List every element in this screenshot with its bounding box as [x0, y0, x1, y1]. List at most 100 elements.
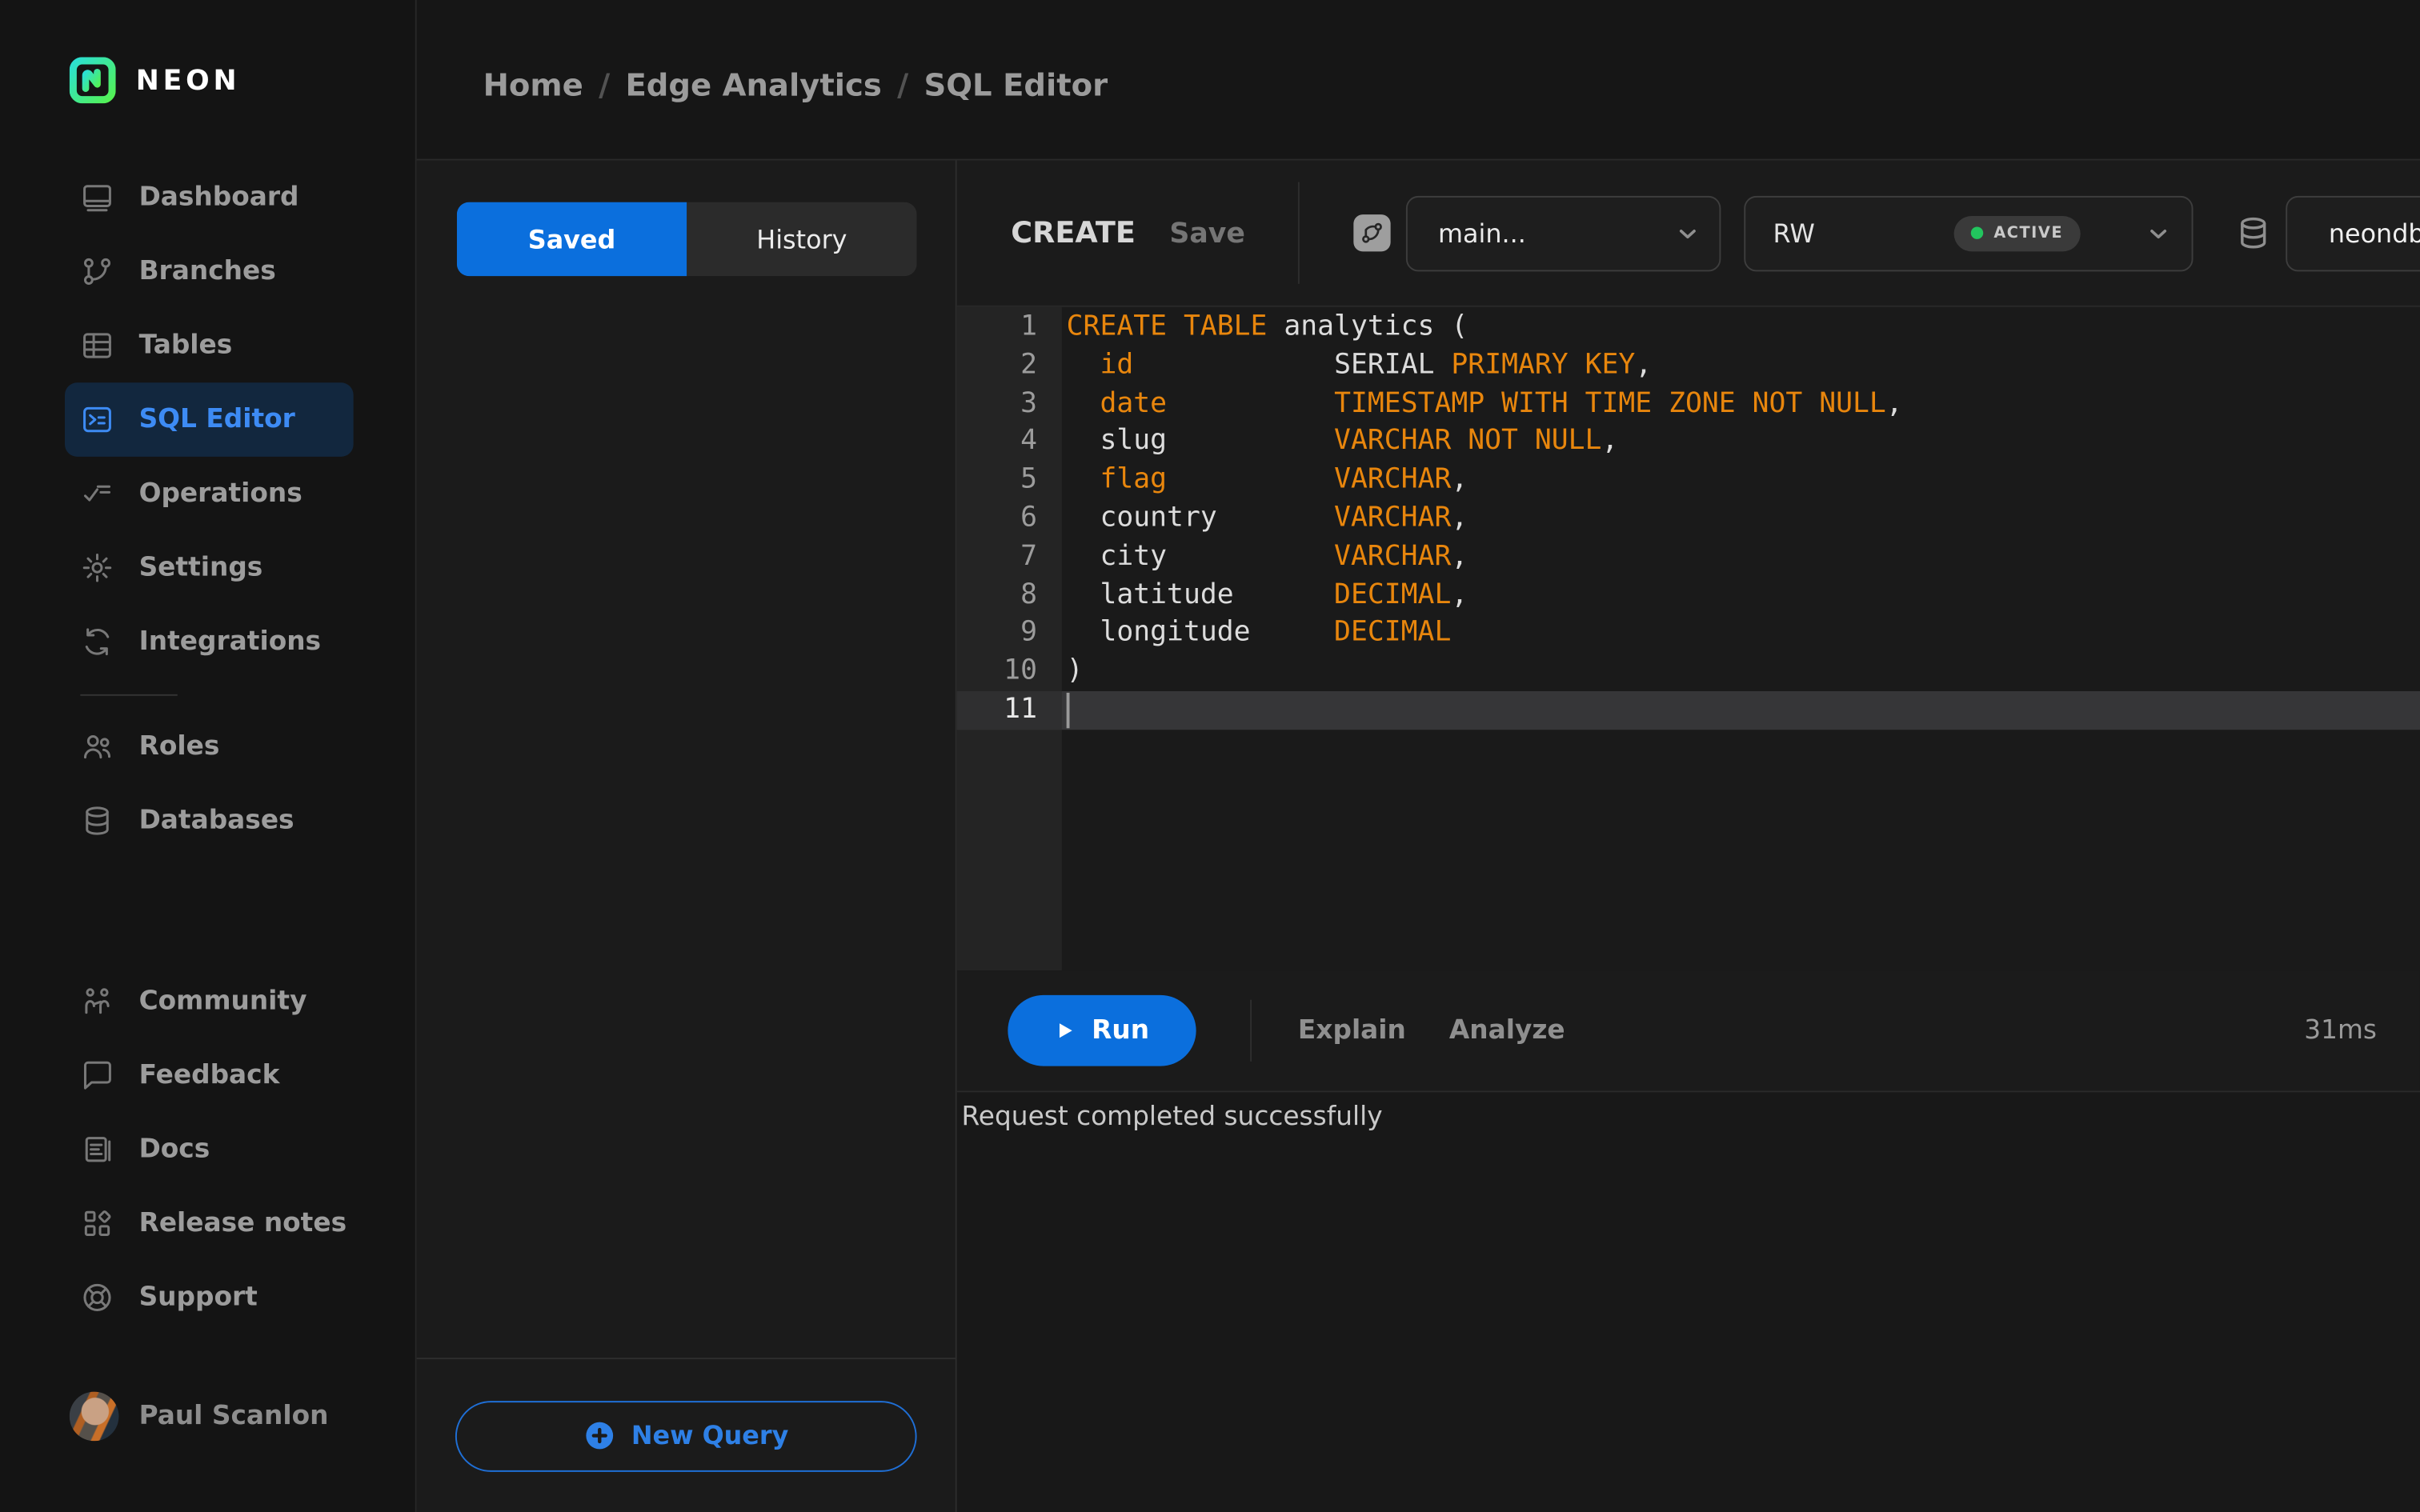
code-token: DECIMAL: [1334, 578, 1452, 610]
save-button[interactable]: Save: [1169, 217, 1245, 250]
code-token: TIMESTAMP WITH TIME ZONE NOT NULL: [1334, 386, 1886, 419]
code-token: analytics (: [1267, 310, 1468, 343]
results-panel: Request completed successfully: [956, 1092, 2420, 1512]
sidebar-item-operations[interactable]: Operations: [65, 457, 354, 531]
community-icon: [80, 984, 114, 1018]
database-select[interactable]: neondb: [2285, 194, 2420, 271]
branch-select[interactable]: main...: [1405, 194, 1721, 271]
breadcrumb-item-home[interactable]: Home: [483, 66, 583, 102]
code-line: city VARCHAR,: [1062, 538, 2420, 577]
line-number: 2: [1020, 348, 1037, 381]
sidebar-item-release-notes[interactable]: Release notes: [65, 1186, 354, 1261]
code-token: country: [1066, 501, 1335, 534]
sidebar-item-label: SQL Editor: [138, 404, 295, 435]
tab-history[interactable]: History: [687, 202, 917, 277]
sidebar-item-roles[interactable]: Roles: [65, 710, 354, 784]
sidebar-item-label: Community: [138, 986, 307, 1017]
compute-select[interactable]: RW ACTIVE: [1743, 194, 2194, 271]
queries-footer: New Query: [416, 1358, 956, 1512]
breadcrumb-item-edge-analytics[interactable]: Edge Analytics: [625, 66, 881, 102]
run-label: Run: [1092, 1015, 1150, 1046]
sql-editor-icon: [80, 402, 114, 436]
user-name: Paul Scanlon: [138, 1401, 329, 1432]
code-row: 2 id SERIAL PRIMARY KEY,: [957, 347, 2420, 386]
sidebar-item-sql-editor[interactable]: SQL Editor: [65, 382, 354, 457]
line-number: 1: [1020, 310, 1037, 343]
explain-button[interactable]: Explain: [1298, 1015, 1406, 1046]
avatar: [69, 1391, 119, 1442]
code-token: PRIMARY KEY: [1451, 348, 1636, 381]
editor-toolbar: CREATE Save main... RW ACTIVE neondb: [956, 161, 2420, 307]
line-number: 6: [1020, 501, 1037, 534]
databases-icon: [80, 804, 114, 838]
sidebar-divider: [80, 694, 178, 696]
analyze-button[interactable]: Analyze: [1449, 1015, 1565, 1046]
sidebar-item-tables[interactable]: Tables: [65, 309, 354, 383]
sidebar-item-community[interactable]: Community: [65, 964, 354, 1038]
sidebar-item-label: Docs: [138, 1134, 210, 1166]
code-line: flag VARCHAR,: [1062, 462, 2420, 500]
sidebar-item-feedback[interactable]: Feedback: [65, 1038, 354, 1113]
sidebar-item-label: Support: [138, 1282, 258, 1314]
toolbar-divider: [1297, 182, 1300, 284]
new-query-label: New Query: [631, 1421, 789, 1450]
new-query-button[interactable]: New Query: [455, 1400, 917, 1471]
code-token: CREATE TABLE: [1066, 310, 1268, 343]
code-line: id SERIAL PRIMARY KEY,: [1062, 347, 2420, 386]
code-token: ,: [1635, 348, 1653, 381]
sidebar-item-dashboard[interactable]: Dashboard: [65, 161, 354, 235]
code-line: longitude DECIMAL: [1062, 614, 2420, 653]
run-button[interactable]: Run: [1008, 994, 1196, 1066]
sidebar-item-settings[interactable]: Settings: [65, 530, 354, 605]
code-token: city: [1066, 539, 1335, 573]
sidebar-item-docs[interactable]: Docs: [65, 1112, 354, 1186]
saved-queries-list: [417, 276, 956, 1358]
editor-panel: CREATE Save main... RW ACTIVE neondb 1 C…: [956, 160, 2420, 1512]
status-label: ACTIVE: [1993, 224, 2064, 242]
neon-logo-icon: [69, 57, 116, 104]
breadcrumb-separator: /: [599, 65, 611, 103]
query-tab-create[interactable]: CREATE: [1011, 216, 1136, 250]
result-message: Request completed successfully: [961, 1102, 1383, 1133]
settings-icon: [80, 551, 114, 585]
code-row: 10): [957, 653, 2420, 691]
code-token: longitude: [1066, 616, 1335, 649]
code-line: country VARCHAR,: [1062, 500, 2420, 538]
code-token: slug: [1066, 425, 1335, 458]
sidebar-item-integrations[interactable]: Integrations: [65, 605, 354, 679]
code-token: latitude: [1066, 578, 1335, 610]
branch-button[interactable]: [1352, 214, 1391, 252]
code-token: ): [1066, 654, 1084, 687]
code-row: 6 country VARCHAR,: [957, 500, 2420, 538]
sidebar-item-label: Operations: [138, 478, 302, 510]
line-number: 7: [1020, 539, 1037, 573]
user-menu[interactable]: Paul Scanlon: [0, 1334, 415, 1512]
docs-icon: [80, 1133, 114, 1166]
compute-value: RW: [1773, 218, 1815, 248]
chevron-down-icon: [2145, 220, 2171, 246]
code-token: ,: [1885, 386, 1903, 419]
sql-code-editor[interactable]: 1 CREATE TABLE analytics ( 2 id SERIAL PRI…: [956, 306, 2420, 971]
run-toolbar: Run Explain Analyze 31ms: [956, 970, 2420, 1093]
status-badge: ACTIVE: [1953, 215, 2081, 251]
breadcrumb-item-sql-editor[interactable]: SQL Editor: [924, 66, 1108, 102]
code-token: VARCHAR: [1334, 501, 1452, 534]
sidebar-item-databases[interactable]: Databases: [65, 784, 354, 858]
support-icon: [80, 1281, 114, 1314]
code-token: SERIAL: [1133, 348, 1452, 381]
branches-icon: [80, 254, 114, 288]
tab-saved[interactable]: Saved: [456, 202, 687, 277]
sidebar-item-label: Branches: [138, 256, 276, 287]
line-number: 9: [1020, 616, 1037, 649]
sidebar-item-support[interactable]: Support: [65, 1261, 354, 1335]
code-row: 3 date TIMESTAMP WITH TIME ZONE NOT NULL…: [957, 385, 2420, 423]
neon-logo[interactable]: NEON: [0, 0, 415, 161]
code-row: 7 city VARCHAR,: [957, 538, 2420, 577]
release-notes-icon: [80, 1206, 114, 1240]
sidebar-item-branches[interactable]: Branches: [65, 234, 354, 309]
